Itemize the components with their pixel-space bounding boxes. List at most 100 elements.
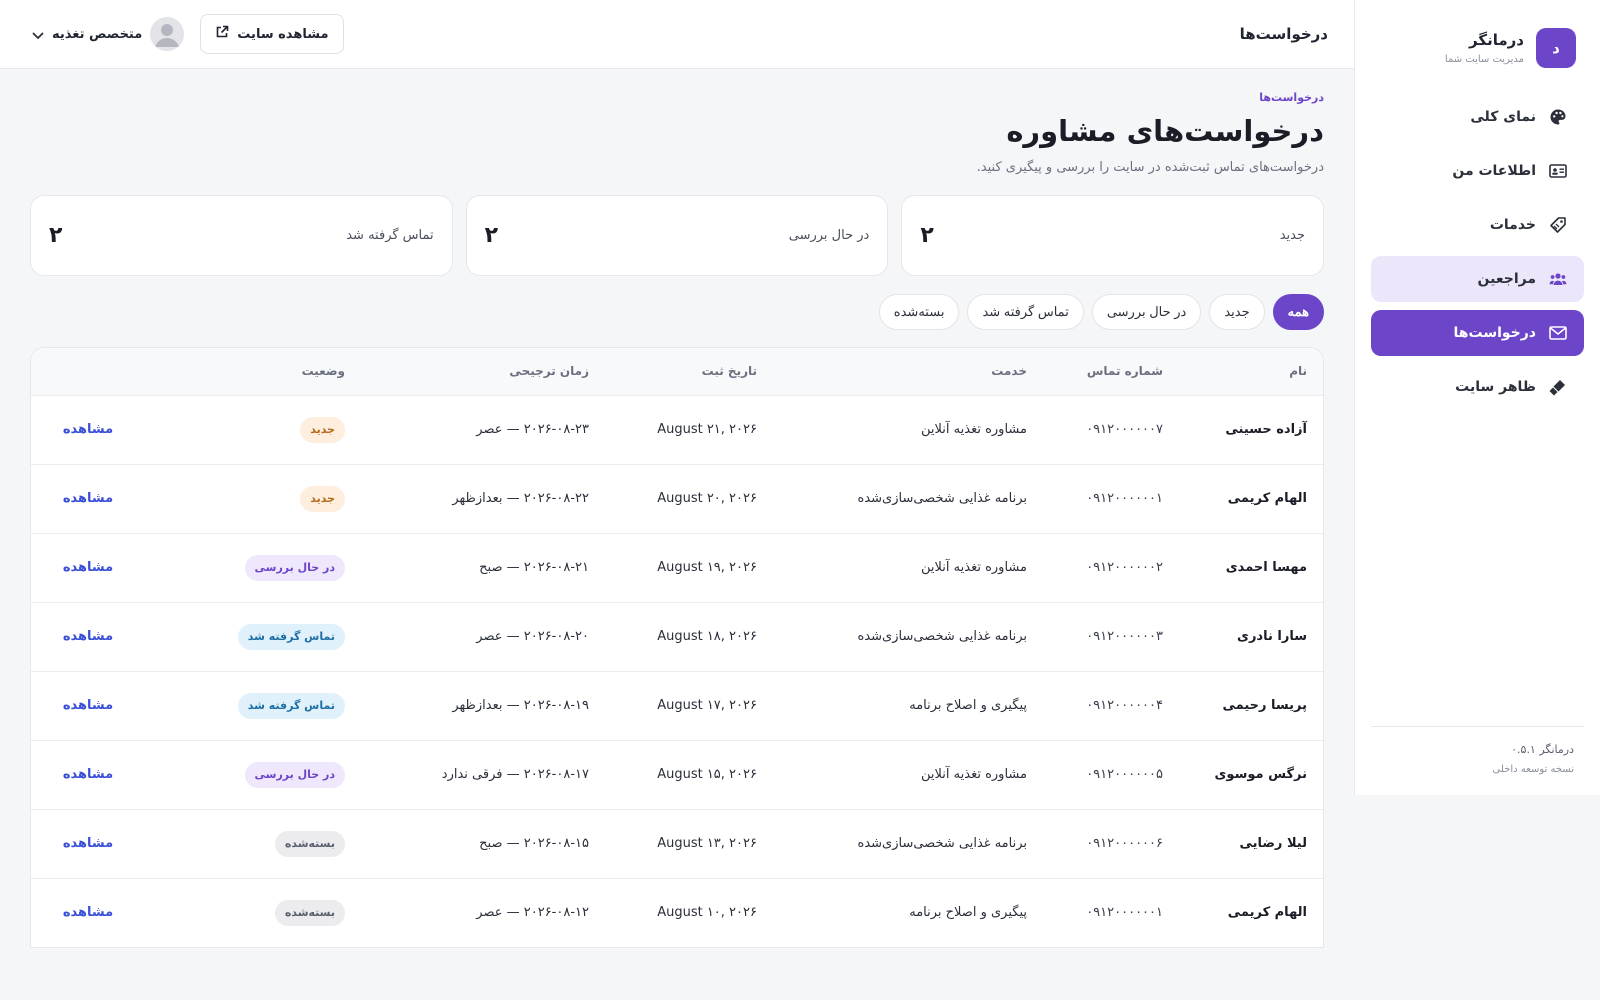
phone-number: ۰۹۱۲۰۰۰۰۰۰۱ bbox=[1086, 491, 1163, 506]
avatar bbox=[150, 17, 185, 51]
app-version: درمانگر ۰.۵.۱ bbox=[1511, 743, 1574, 756]
status-badge: در حال بررسی bbox=[244, 554, 345, 581]
submitted-date: August ۱۵, ۲۰۲۶ bbox=[657, 767, 757, 782]
brush-icon bbox=[1548, 377, 1568, 397]
submitted-date: August ۱۳, ۲۰۲۶ bbox=[657, 836, 757, 851]
view-request-link[interactable]: مشاهده bbox=[63, 698, 113, 713]
brand[interactable]: د درمانگر مدیریت سایت شما bbox=[1355, 0, 1600, 68]
client-name: آزاده حسینی bbox=[1225, 422, 1307, 437]
client-name: الهام کریمی bbox=[1227, 491, 1307, 506]
breadcrumb[interactable]: درخواست‌ها bbox=[30, 91, 1324, 104]
phone-number: ۰۹۱۲۰۰۰۰۰۰۴ bbox=[1086, 698, 1163, 713]
sidebar-item-overview[interactable]: نمای کلی bbox=[1371, 94, 1584, 140]
service-name: مشاوره تغذیه آنلاین bbox=[921, 767, 1027, 782]
view-request-link[interactable]: مشاهده bbox=[63, 560, 113, 575]
filter-review[interactable]: در حال بررسی bbox=[1091, 294, 1202, 330]
submitted-date: August ۱۷, ۲۰۲۶ bbox=[657, 698, 757, 713]
status-badge: بسته‌شده bbox=[274, 899, 345, 926]
service-name: برنامه غذایی شخصی‌سازی‌شده bbox=[857, 836, 1027, 851]
client-name: سارا نادری bbox=[1237, 629, 1307, 644]
submitted-date: August ۱۸, ۲۰۲۶ bbox=[657, 629, 757, 644]
sidebar: د درمانگر مدیریت سایت شما نمای کلی اطلاع… bbox=[1354, 0, 1600, 795]
column-header: شماره تماس bbox=[1086, 364, 1163, 379]
sidebar-item-label: اطلاعات من bbox=[1452, 163, 1536, 179]
view-request-link[interactable]: مشاهده bbox=[63, 905, 113, 920]
filter-all[interactable]: همه bbox=[1272, 294, 1324, 330]
status-badge: بسته‌شده bbox=[274, 830, 345, 857]
view-request-link[interactable]: مشاهده bbox=[63, 491, 113, 506]
sidebar-item-clients[interactable]: مراجعین bbox=[1371, 256, 1584, 302]
sidebar-footer: درمانگر ۰.۵.۱ نسخه توسعه داخلی bbox=[1371, 726, 1584, 775]
sidebar-item-appearance[interactable]: ظاهر سایت bbox=[1371, 364, 1584, 410]
preferred-time: ۲۰۲۶-۰۸-۲۰ — عصر bbox=[476, 629, 589, 644]
stat-card-new: جدید ۲ bbox=[901, 195, 1324, 276]
status-badge: تماس گرفته شد bbox=[237, 623, 345, 650]
column-header: تاریخ ثبت bbox=[701, 364, 757, 379]
phone-number: ۰۹۱۲۰۰۰۰۰۰۲ bbox=[1086, 560, 1163, 575]
stat-value: ۲ bbox=[48, 223, 63, 248]
table-row: مهسا احمدی ۰۹۱۲۰۰۰۰۰۰۲ مشاوره تغذیه آنلاین… bbox=[31, 533, 1323, 602]
table-header: نام شماره تماس خدمت تاریخ ثبت زمان ترجیح… bbox=[31, 348, 1323, 395]
preferred-time: ۲۰۲۶-۰۸-۱۷ — فرقی ندارد bbox=[441, 767, 589, 782]
phone-number: ۰۹۱۲۰۰۰۰۰۰۵ bbox=[1086, 767, 1163, 782]
status-filters: همه جدید در حال بررسی تماس گرفته شد بسته… bbox=[30, 294, 1324, 330]
column-header: نام bbox=[1289, 364, 1307, 379]
column-header: وضعیت bbox=[301, 364, 345, 379]
chevron-down-icon bbox=[32, 25, 44, 44]
service-name: برنامه غذایی شخصی‌سازی‌شده bbox=[857, 491, 1027, 506]
table-row: الهام کریمی ۰۹۱۲۰۰۰۰۰۰۱ برنامه غذایی شخصی‌… bbox=[31, 464, 1323, 533]
sidebar-item-label: مراجعین bbox=[1477, 271, 1536, 287]
filter-new[interactable]: جدید bbox=[1209, 294, 1265, 330]
stat-card-review: در حال بررسی ۲ bbox=[465, 195, 889, 276]
brand-name: درمانگر bbox=[1469, 31, 1524, 49]
view-request-link[interactable]: مشاهده bbox=[63, 836, 113, 851]
column-header: خدمت bbox=[991, 364, 1027, 379]
preferred-time: ۲۰۲۶-۰۸-۲۲ — بعدازظهر bbox=[452, 491, 589, 506]
tag-icon bbox=[1548, 215, 1568, 235]
envelope-icon bbox=[1548, 323, 1568, 343]
brand-subtitle: مدیریت سایت شما bbox=[1444, 54, 1524, 65]
main-content: درخواست‌ها درخواست‌های مشاوره درخواست‌ها… bbox=[0, 69, 1354, 1000]
user-menu[interactable]: متخصص تغذیه bbox=[32, 17, 185, 51]
service-name: مشاوره تغذیه آنلاین bbox=[921, 560, 1027, 575]
phone-number: ۰۹۱۲۰۰۰۰۰۰۷ bbox=[1086, 422, 1163, 437]
sidebar-item-label: درخواست‌ها bbox=[1453, 325, 1536, 341]
stat-label: در حال بررسی bbox=[788, 228, 870, 243]
sidebar-nav: نمای کلی اطلاعات من خدمات مراجعین درخواس… bbox=[1355, 94, 1600, 410]
view-site-button[interactable]: مشاهده سایت bbox=[200, 14, 344, 54]
stat-value: ۲ bbox=[920, 223, 934, 248]
sidebar-item-label: ظاهر سایت bbox=[1455, 379, 1536, 395]
preferred-time: ۲۰۲۶-۰۸-۱۲ — عصر bbox=[476, 905, 589, 921]
filter-closed[interactable]: بسته‌شده bbox=[878, 294, 960, 330]
sidebar-item-label: خدمات bbox=[1489, 217, 1536, 233]
view-request-link[interactable]: مشاهده bbox=[63, 767, 113, 782]
sidebar-item-services[interactable]: خدمات bbox=[1371, 202, 1584, 248]
table-row: نرگس موسوی ۰۹۱۲۰۰۰۰۰۰۵ مشاوره تغذیه آنلاین… bbox=[31, 740, 1323, 809]
sidebar-item-requests[interactable]: درخواست‌ها bbox=[1371, 310, 1584, 356]
build-note: نسخه توسعه داخلی bbox=[1492, 764, 1574, 775]
stat-label: جدید bbox=[1279, 228, 1305, 243]
stat-label: تماس گرفته شد bbox=[346, 228, 434, 243]
table-row: پریسا رحیمی ۰۹۱۲۰۰۰۰۰۰۴ پیگیری و اصلاح برن… bbox=[31, 671, 1323, 740]
page-title: درخواست‌های مشاوره bbox=[1006, 114, 1324, 148]
user-name: متخصص تغذیه bbox=[52, 26, 143, 42]
sidebar-item-my-info[interactable]: اطلاعات من bbox=[1371, 148, 1584, 194]
view-request-link[interactable]: مشاهده bbox=[63, 629, 113, 644]
status-badge: جدید bbox=[300, 416, 345, 443]
filter-contacted[interactable]: تماس گرفته شد bbox=[967, 294, 1084, 330]
stats-row: جدید ۲ در حال بررسی ۲ تماس گرفته شد ۲ bbox=[29, 195, 1324, 276]
phone-number: ۰۹۱۲۰۰۰۰۰۰۶ bbox=[1086, 836, 1163, 851]
stat-value: ۲ bbox=[484, 223, 499, 248]
users-icon bbox=[1548, 269, 1568, 289]
column-header: زمان ترجیحی bbox=[509, 364, 589, 379]
client-name: نرگس موسوی bbox=[1214, 767, 1307, 782]
column-header bbox=[31, 348, 129, 395]
preferred-time: ۲۰۲۶-۰۸-۲۳ — عصر bbox=[476, 422, 589, 437]
table-row: الهام کریمی ۰۹۱۲۰۰۰۰۰۰۱ پیگیری و اصلاح برن… bbox=[31, 878, 1323, 947]
requests-table: نام شماره تماس خدمت تاریخ ثبت زمان ترجیح… bbox=[30, 347, 1324, 948]
submitted-date: August ۲۰, ۲۰۲۶ bbox=[657, 491, 757, 506]
table-row: لیلا رضایی ۰۹۱۲۰۰۰۰۰۰۶ برنامه غذایی شخصی‌س… bbox=[31, 809, 1323, 878]
view-request-link[interactable]: مشاهده bbox=[63, 422, 113, 437]
submitted-date: August ۱۹, ۲۰۲۶ bbox=[657, 560, 757, 575]
submitted-date: August ۱۰, ۲۰۲۶ bbox=[657, 905, 757, 921]
